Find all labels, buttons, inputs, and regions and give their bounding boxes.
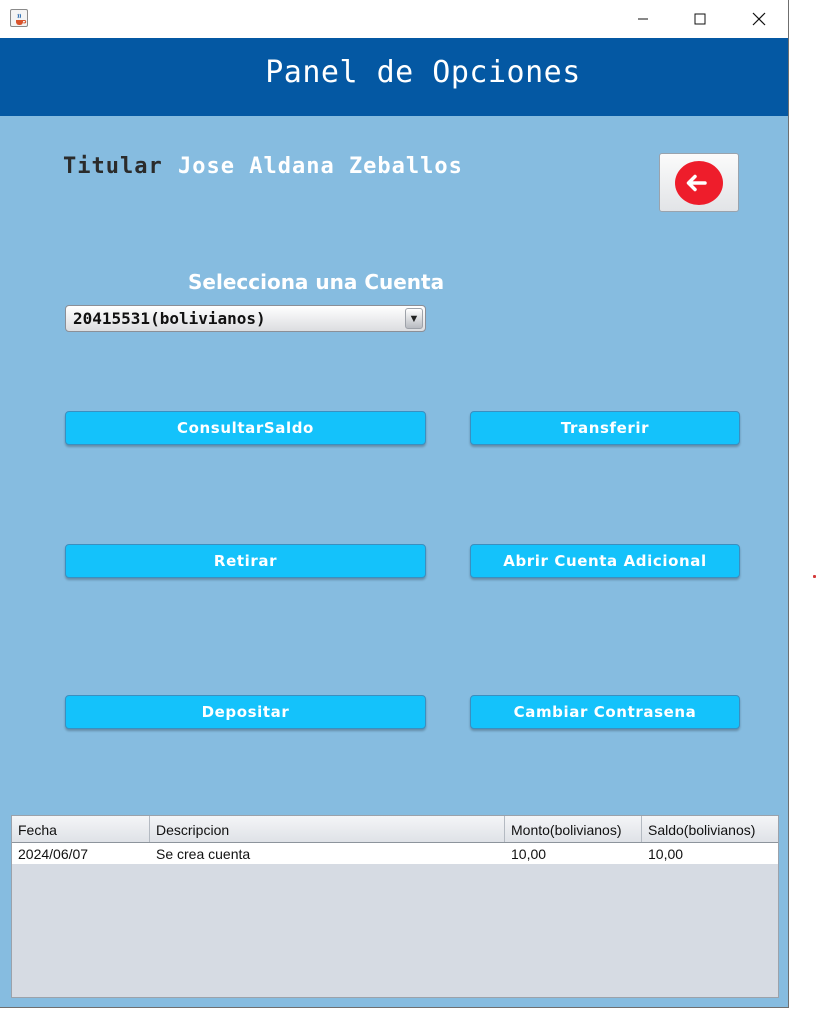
transferir-button[interactable]: Transferir xyxy=(470,411,740,445)
page-title: Panel de Opciones xyxy=(265,55,581,90)
column-header-saldo[interactable]: Saldo(bolivianos) xyxy=(642,816,778,842)
depositar-button[interactable]: Depositar xyxy=(65,695,426,729)
stray-dot xyxy=(813,575,816,578)
cambiar-contrasena-button[interactable]: Cambiar Contrasena xyxy=(470,695,740,729)
holder-label: Titular xyxy=(63,154,163,179)
table-header: Fecha Descripcion Monto(bolivianos) Sald… xyxy=(12,816,778,843)
table-row[interactable]: 2024/06/07 Se crea cuenta 10,00 10,00 xyxy=(12,843,778,864)
title-bar[interactable] xyxy=(0,0,788,38)
close-icon xyxy=(752,12,766,26)
minimize-button[interactable] xyxy=(614,0,672,38)
retirar-button[interactable]: Retirar xyxy=(65,544,426,578)
arrow-left-circle-icon xyxy=(686,174,707,192)
account-select-label: Selecciona una Cuenta xyxy=(188,270,445,294)
transactions-table[interactable]: Fecha Descripcion Monto(bolivianos) Sald… xyxy=(11,815,779,998)
close-button[interactable] xyxy=(730,0,788,38)
cell-fecha: 2024/06/07 xyxy=(18,846,89,862)
maximize-icon xyxy=(694,13,706,25)
holder-name: Jose Aldana Zeballos xyxy=(178,154,463,179)
cell-descripcion: Se crea cuenta xyxy=(156,846,251,862)
column-header-descripcion[interactable]: Descripcion xyxy=(150,816,505,842)
app-window: Panel de Opciones Titular Jose Aldana Ze… xyxy=(0,0,789,1008)
back-button[interactable] xyxy=(659,153,739,212)
consultar-saldo-button[interactable]: ConsultarSaldo xyxy=(65,411,426,445)
minimize-icon xyxy=(638,18,648,20)
java-cup-icon xyxy=(10,9,28,27)
cell-monto: 10,00 xyxy=(511,846,547,862)
account-select-value: 20415531(bolivianos) xyxy=(73,309,266,328)
column-header-monto[interactable]: Monto(bolivianos) xyxy=(505,816,642,842)
abrir-cuenta-button[interactable]: Abrir Cuenta Adicional xyxy=(470,544,740,578)
column-header-fecha[interactable]: Fecha xyxy=(12,816,150,842)
maximize-button[interactable] xyxy=(671,0,729,38)
header-bar: Panel de Opciones xyxy=(0,38,788,116)
dropdown-arrow-icon[interactable]: ▼ xyxy=(405,308,423,329)
account-select[interactable]: 20415531(bolivianos) ▼ xyxy=(65,305,426,332)
cell-saldo: 10,00 xyxy=(648,846,684,862)
